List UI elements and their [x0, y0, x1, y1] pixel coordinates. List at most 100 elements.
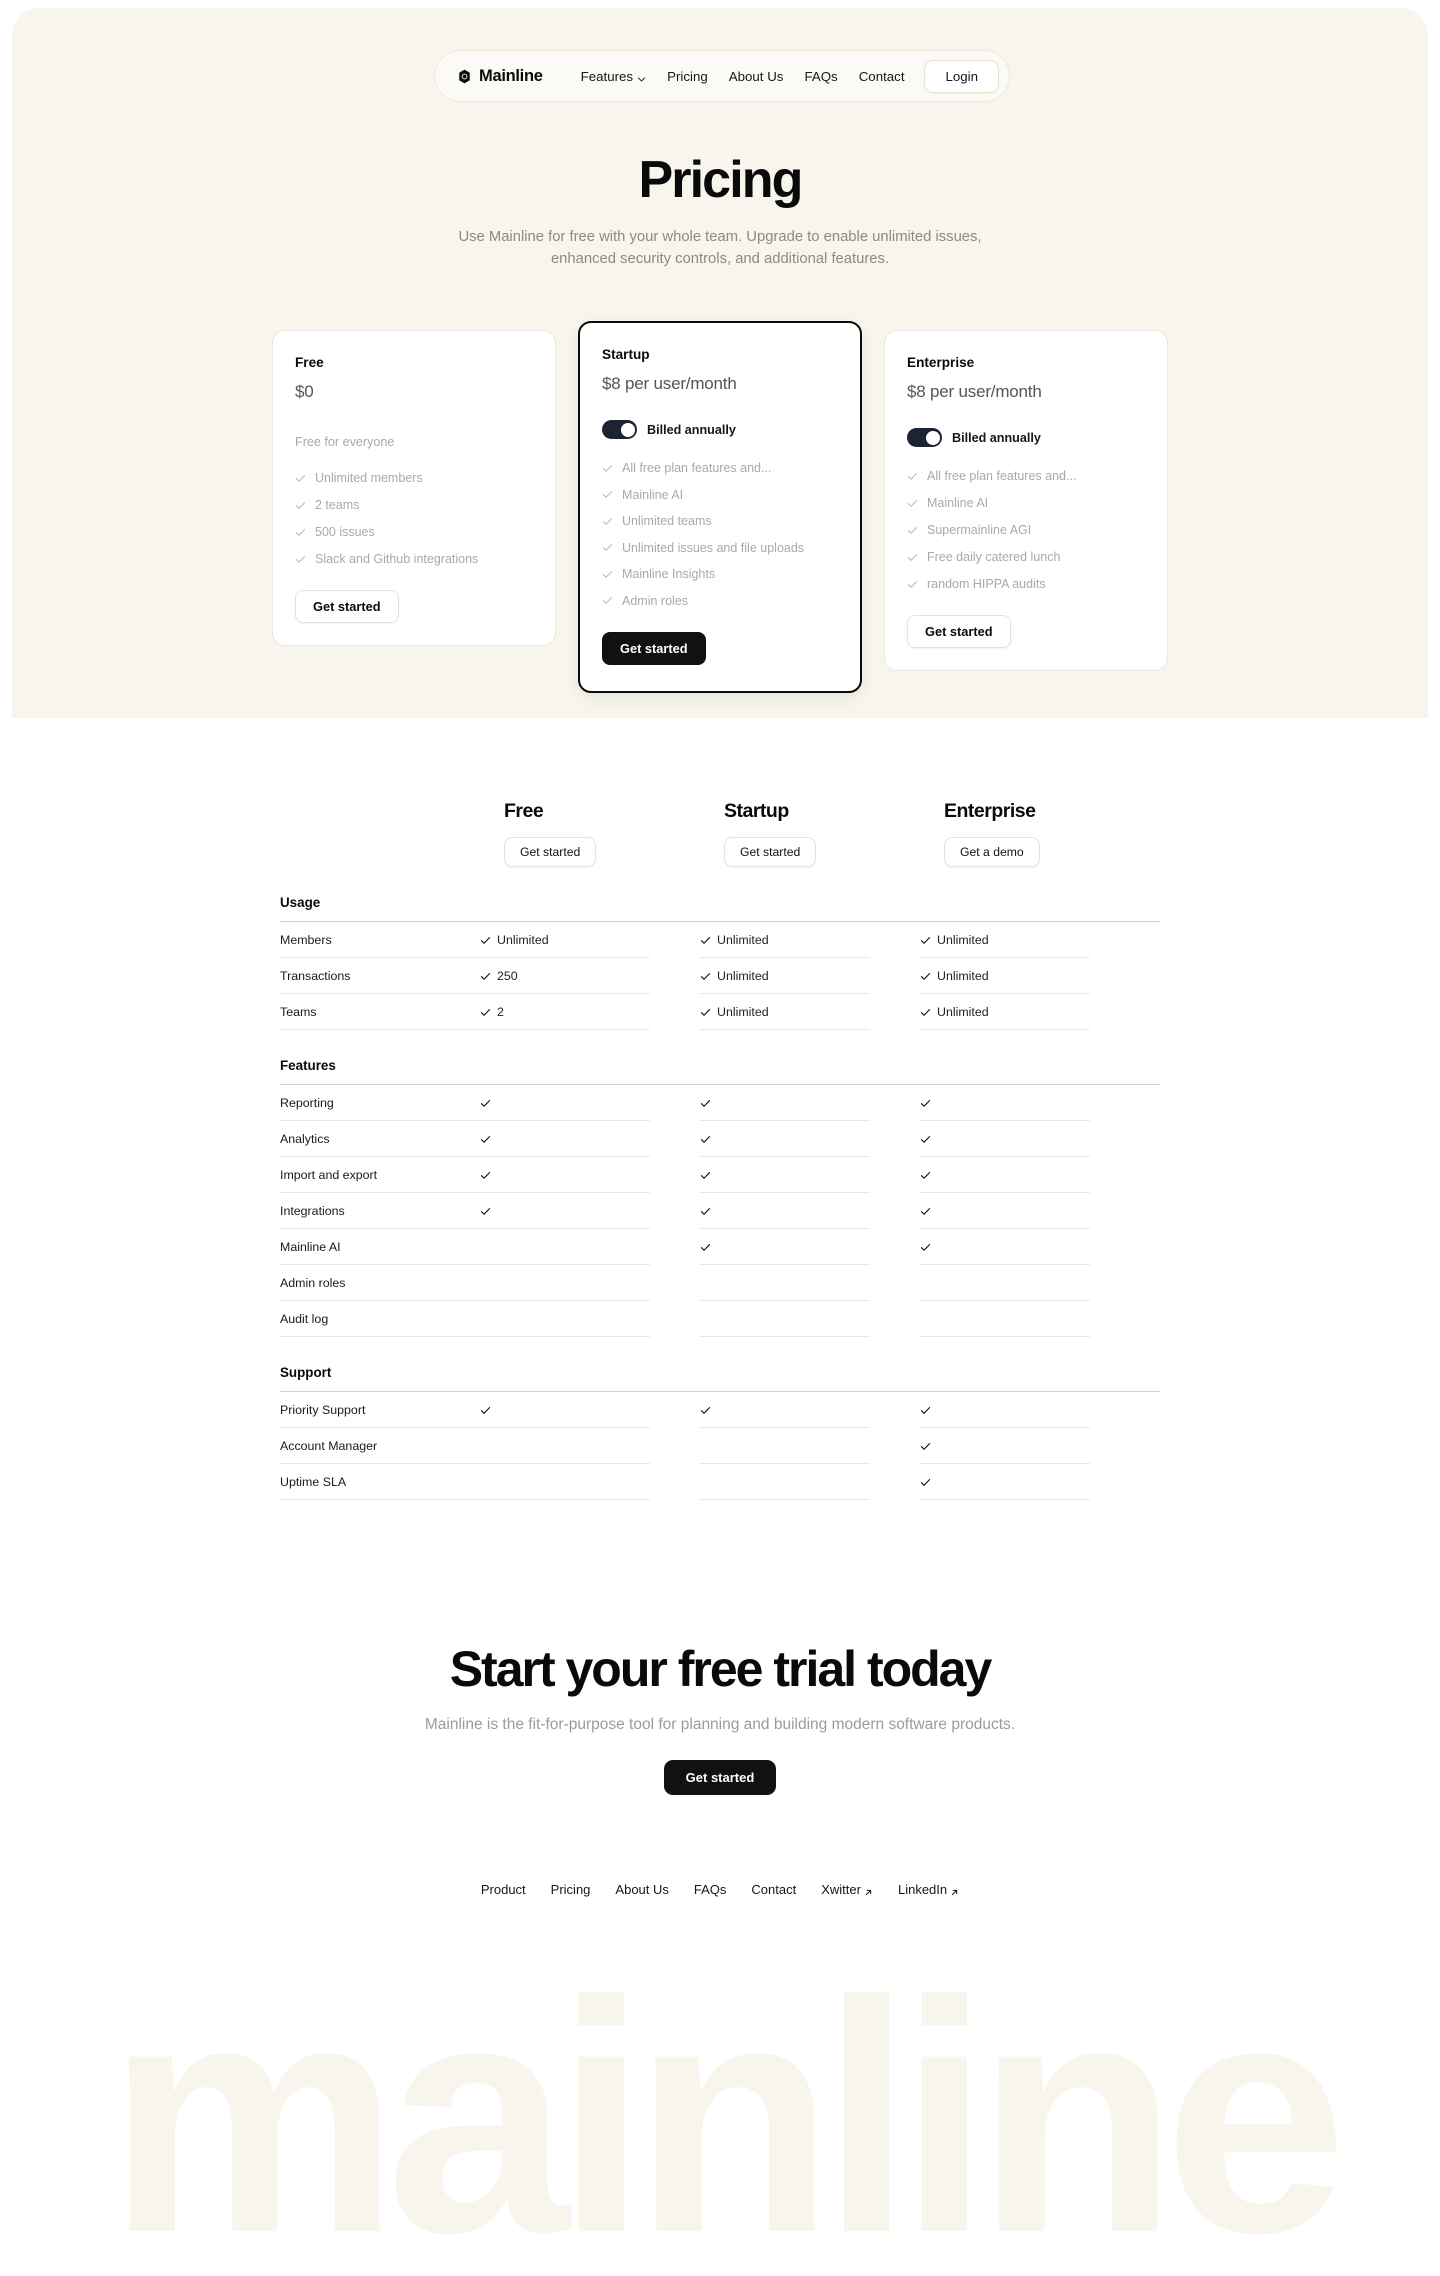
row-value-label: 2 [497, 1005, 504, 1019]
plan-feature-label: 500 issues [315, 525, 375, 539]
plan-feature-label: random HIPPA audits [927, 577, 1046, 591]
billing-toggle-row: Billed annually [602, 420, 838, 439]
cta-get-started-button[interactable]: Get started [663, 1760, 777, 1796]
column-cta-button[interactable]: Get started [724, 837, 817, 867]
chevron-down-icon [637, 72, 646, 81]
footer-link-product[interactable]: Product [481, 1882, 526, 1897]
row-value [480, 1157, 650, 1193]
nav-link-contact[interactable]: Contact [859, 69, 905, 84]
row-value [480, 1392, 650, 1428]
column-name: Free [504, 800, 544, 822]
check-icon [920, 1170, 931, 1181]
row-value [700, 1121, 870, 1157]
plan-feature-label: All free plan features and... [927, 469, 1077, 483]
footer-link-contact[interactable]: Contact [751, 1882, 796, 1897]
row-value [920, 1428, 1090, 1464]
plan-price: $8 per user/month [907, 382, 1042, 401]
plan-feature: All free plan features and... [907, 469, 1145, 483]
check-icon [480, 935, 491, 946]
table-row: Reporting [280, 1085, 1160, 1121]
cta-section: Start your free trial today Mainline is … [0, 1640, 1440, 1796]
pricing-card-enterprise: Enterprise $8 per user/month Billed annu… [884, 330, 1168, 671]
footer-link-label: Xwitter [821, 1882, 861, 1897]
pricing-cards: Free $0 Free for everyone Unlimited memb… [0, 321, 1440, 693]
check-icon [907, 498, 918, 509]
pricing-card-startup: Startup $8 per user/month Billed annuall… [578, 321, 862, 693]
footer-link-xwitter[interactable]: Xwitter [821, 1882, 873, 1897]
row-value [920, 1157, 1090, 1193]
row-value [920, 1265, 1090, 1301]
row-value [700, 1464, 870, 1500]
plan-feature: Admin roles [602, 594, 838, 608]
check-icon [920, 971, 931, 982]
row-label: Reporting [280, 1085, 480, 1121]
plan-feature-list: All free plan features and... Mainline A… [907, 469, 1145, 591]
plan-cta-button[interactable]: Get started [602, 631, 706, 665]
footer-link-pricing[interactable]: Pricing [551, 1882, 591, 1897]
plan-feature: Unlimited teams [602, 514, 838, 528]
billed-annually-toggle[interactable] [602, 420, 637, 439]
check-icon [480, 1405, 491, 1416]
row-value-label: Unlimited [937, 933, 989, 947]
billed-annually-toggle[interactable] [907, 428, 942, 447]
mainline-watermark: mainline [106, 1932, 1348, 2276]
column-name: Startup [724, 800, 789, 822]
check-icon [602, 595, 613, 606]
plan-feature-label: 2 teams [315, 498, 360, 512]
column-cta-button[interactable]: Get a demo [944, 837, 1040, 867]
plan-note: Free for everyone [295, 435, 395, 449]
page-subtitle: Use Mainline for free with your whole te… [458, 229, 982, 268]
row-value: Unlimited [700, 958, 870, 994]
nav-link-faqs[interactable]: FAQs [804, 69, 837, 84]
row-value [700, 1157, 870, 1193]
row-value [920, 1464, 1090, 1500]
footer-link-label: Pricing [550, 1882, 591, 1897]
plan-feature-label: All free plan features and... [622, 461, 772, 475]
plan-feature-list: All free plan features and... Mainline A… [602, 461, 838, 608]
mainline-hexagon-logo-icon [457, 69, 472, 84]
row-value [920, 1301, 1090, 1337]
plan-name: Startup [602, 347, 650, 362]
row-value [480, 1428, 650, 1464]
brand-name: Mainline [479, 66, 543, 85]
row-value-label: Unlimited [497, 933, 549, 947]
row-value [480, 1464, 650, 1500]
row-value [480, 1085, 650, 1121]
row-value [700, 1085, 870, 1121]
billed-annually-label: Billed annually [952, 430, 1041, 445]
check-icon [920, 1134, 931, 1145]
check-icon [907, 471, 918, 482]
nav-link-about-us[interactable]: About Us [729, 69, 784, 84]
nav-link-features[interactable]: Features [581, 69, 646, 84]
table-row: Mainline AI [280, 1229, 1160, 1265]
nav-link-pricing[interactable]: Pricing [667, 69, 708, 84]
nav-link-features-label: Features [580, 68, 634, 84]
column-cta-button[interactable]: Get started [504, 837, 597, 867]
check-icon [920, 1405, 931, 1416]
footer-link-faqs[interactable]: FAQs [694, 1882, 727, 1897]
check-icon [602, 569, 613, 580]
table-row: Uptime SLA [280, 1464, 1160, 1500]
table-row: Members Unlimited Unlimited Unlimited [280, 922, 1160, 958]
footer-links: Product Pricing About Us FAQs Contact Xwitter… [0, 1882, 1440, 1897]
column-name: Enterprise [944, 800, 1036, 822]
check-icon [700, 1405, 711, 1416]
brand[interactable]: Mainline [457, 67, 543, 86]
footer-link-linkedin[interactable]: LinkedIn [898, 1882, 959, 1897]
plan-cta-button[interactable]: Get started [907, 615, 1011, 648]
footer-link-about-us[interactable]: About Us [615, 1882, 668, 1897]
check-icon [920, 1441, 931, 1452]
footer-link-label: FAQs [693, 1882, 727, 1897]
row-value [920, 1392, 1090, 1428]
check-icon [920, 1206, 931, 1217]
plan-name: Free [295, 355, 324, 370]
plan-feature: Free daily catered lunch [907, 550, 1145, 564]
check-icon [700, 971, 711, 982]
login-button[interactable]: Login [924, 59, 999, 93]
footer-link-label: Product [480, 1882, 526, 1897]
plan-cta-button[interactable]: Get started [295, 590, 399, 623]
check-icon [480, 1134, 491, 1145]
plan-feature-label: Mainline AI [927, 496, 989, 510]
row-label: Audit log [280, 1301, 480, 1337]
footer-link-label: LinkedIn [897, 1882, 948, 1897]
